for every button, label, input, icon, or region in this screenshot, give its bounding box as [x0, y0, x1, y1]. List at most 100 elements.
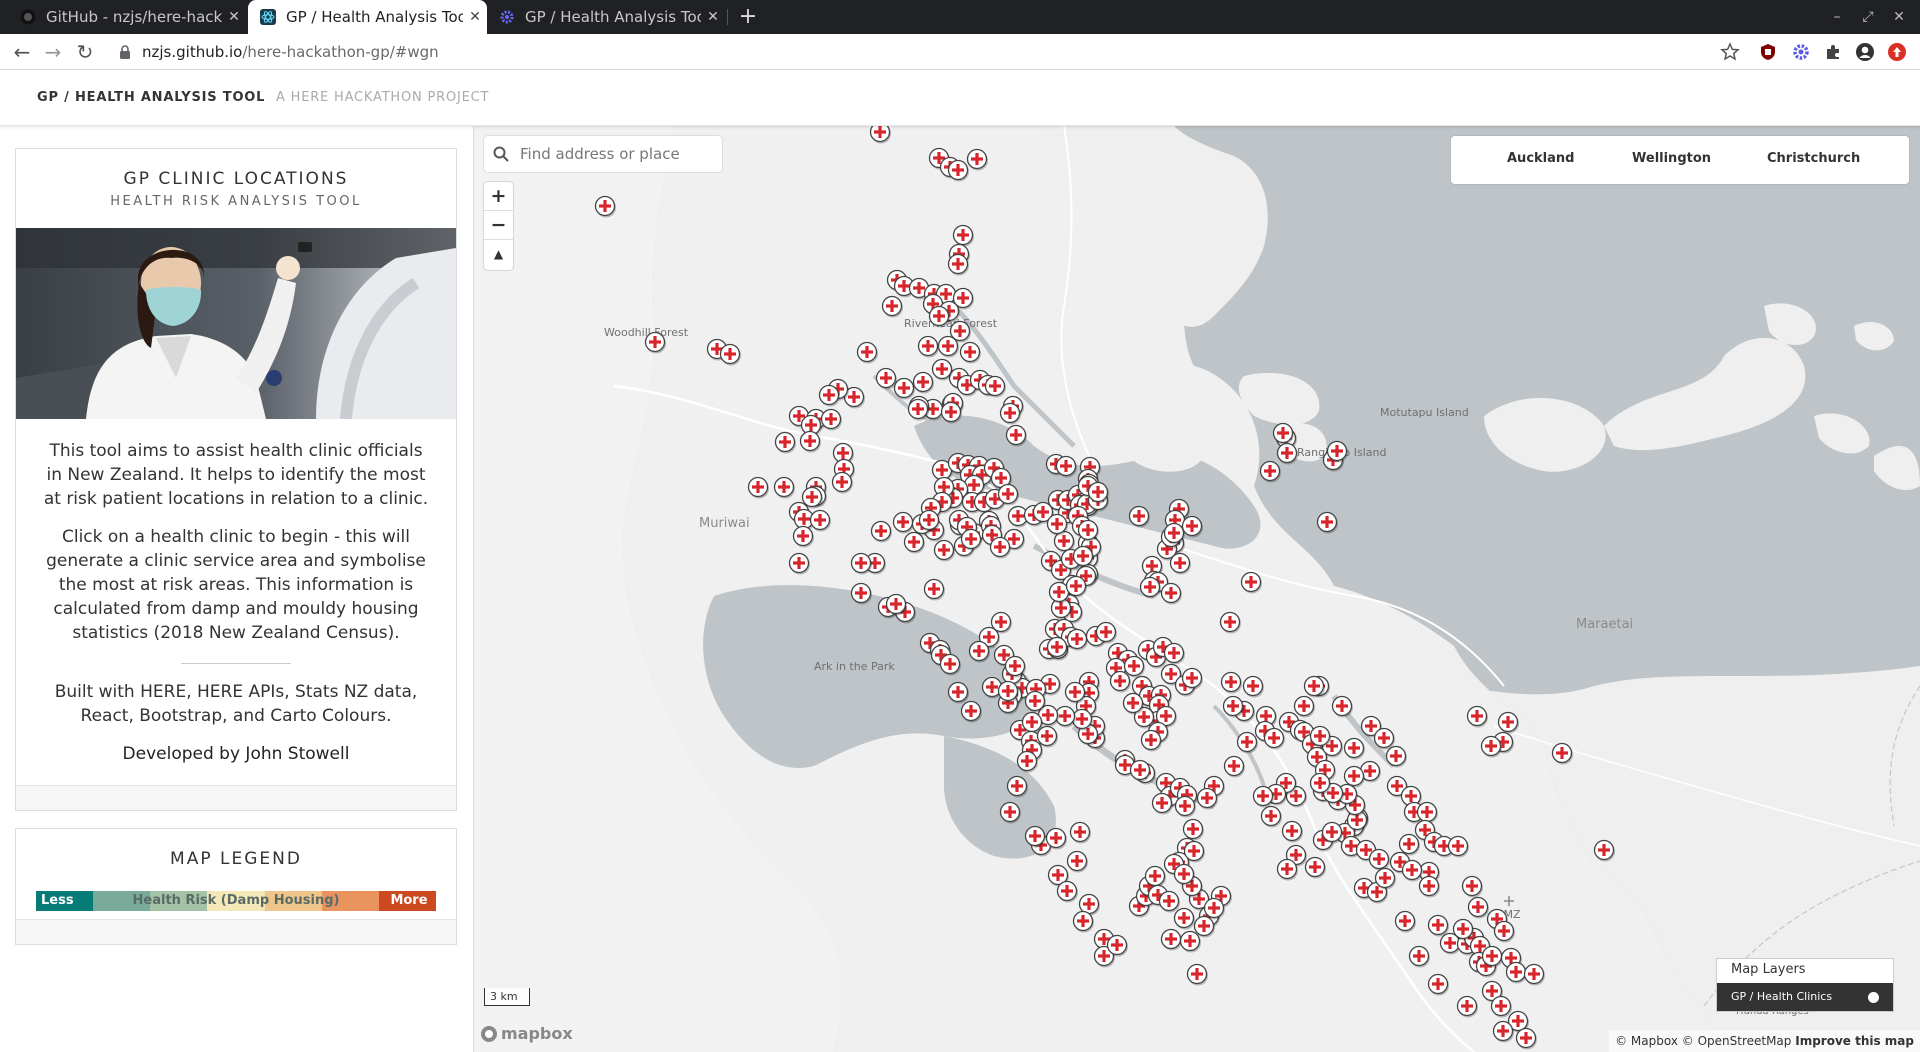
- clinic-marker[interactable]: [892, 511, 915, 534]
- clinic-marker[interactable]: [1401, 859, 1424, 882]
- clinic-marker[interactable]: [788, 552, 811, 575]
- clinic-marker[interactable]: [1497, 711, 1520, 734]
- clinic-marker[interactable]: [960, 700, 983, 723]
- clinic-marker[interactable]: [1427, 973, 1450, 996]
- clinic-marker[interactable]: [719, 343, 742, 366]
- clinic-marker[interactable]: [1169, 552, 1192, 575]
- city-button-wellington[interactable]: Wellington: [1632, 151, 1711, 166]
- clinic-marker[interactable]: [869, 126, 892, 144]
- minimize-icon[interactable]: –: [1826, 6, 1848, 28]
- clinic-marker[interactable]: [1186, 963, 1209, 986]
- back-arrow-icon[interactable]: ←: [9, 39, 35, 65]
- clinic-marker[interactable]: [1427, 914, 1450, 937]
- clinic-marker[interactable]: [1109, 670, 1132, 693]
- clinic-marker[interactable]: [931, 358, 954, 381]
- clinic-marker[interactable]: [1461, 875, 1484, 898]
- clinic-marker[interactable]: [959, 341, 982, 364]
- clinic-marker[interactable]: [1490, 995, 1513, 1018]
- clinic-marker[interactable]: [1006, 775, 1029, 798]
- close-tab-icon[interactable]: ✕: [463, 9, 487, 25]
- clinic-marker[interactable]: [644, 331, 667, 354]
- clinic-marker[interactable]: [747, 476, 770, 499]
- clinic-marker[interactable]: [774, 431, 797, 454]
- clinic-marker[interactable]: [856, 341, 879, 364]
- attribution-text[interactable]: © Mapbox © OpenStreetMap: [1615, 1034, 1791, 1048]
- clinic-marker[interactable]: [850, 582, 873, 605]
- clinic-marker[interactable]: [1259, 460, 1282, 483]
- map-view[interactable]: Woodhill Forest Riverhead Forest Muriwai…: [474, 126, 1920, 1052]
- clinic-marker[interactable]: [952, 224, 975, 247]
- clinic-marker[interactable]: [1173, 863, 1196, 886]
- layer-toggle[interactable]: [1868, 992, 1879, 1003]
- clinic-marker[interactable]: [1222, 695, 1245, 718]
- search-input[interactable]: [518, 144, 712, 164]
- app-subbrand[interactable]: A HERE HACKATHON PROJECT: [276, 90, 489, 105]
- clinic-marker[interactable]: [1394, 910, 1417, 933]
- city-button-auckland[interactable]: Auckland: [1507, 151, 1574, 166]
- clinic-marker[interactable]: [1593, 839, 1616, 862]
- clinic-marker[interactable]: [1240, 571, 1263, 594]
- zoom-in-button[interactable]: +: [484, 182, 513, 211]
- clinic-marker[interactable]: [1331, 695, 1354, 718]
- clinic-marker[interactable]: [999, 801, 1022, 824]
- clinic-marker[interactable]: [1260, 805, 1283, 828]
- improve-map-link[interactable]: Improve this map: [1795, 1034, 1914, 1048]
- clinic-marker[interactable]: [1316, 511, 1339, 534]
- browser-tab-health-tool[interactable]: GP / Health Analysis Tool ✕: [487, 0, 725, 34]
- clinic-marker[interactable]: [903, 531, 926, 554]
- clinic-marker[interactable]: [809, 509, 832, 532]
- clinic-marker[interactable]: [1128, 505, 1151, 528]
- clinic-marker[interactable]: [1368, 848, 1391, 871]
- clinic-marker[interactable]: [1056, 880, 1079, 903]
- clinic-marker[interactable]: [1236, 731, 1259, 754]
- clinic-marker[interactable]: [1066, 850, 1089, 873]
- clinic-marker[interactable]: [1293, 695, 1316, 718]
- extension-gear-icon[interactable]: [1791, 42, 1811, 62]
- close-tab-icon[interactable]: ✕: [222, 9, 246, 25]
- clinic-marker[interactable]: [1158, 890, 1181, 913]
- clinic-marker[interactable]: [1456, 995, 1479, 1018]
- clinic-marker[interactable]: [792, 525, 815, 548]
- close-window-icon[interactable]: ✕: [1888, 6, 1910, 28]
- city-button-christchurch[interactable]: Christchurch: [1767, 151, 1860, 166]
- clinic-marker[interactable]: [881, 295, 904, 318]
- geocoder-search[interactable]: [484, 136, 722, 172]
- layer-row-gp-clinics[interactable]: GP / Health Clinics: [1717, 983, 1893, 1011]
- clinic-marker[interactable]: [1024, 825, 1047, 848]
- clinic-marker[interactable]: [923, 578, 946, 601]
- clinic-marker[interactable]: [875, 367, 898, 390]
- clinic-marker[interactable]: [1173, 907, 1196, 930]
- clinic-marker[interactable]: [1160, 928, 1183, 951]
- forward-arrow-icon[interactable]: →: [40, 39, 66, 65]
- clinic-marker[interactable]: [933, 539, 956, 562]
- new-tab-icon[interactable]: +: [735, 4, 761, 30]
- clinic-marker[interactable]: [1220, 671, 1243, 694]
- clinic-marker[interactable]: [1467, 896, 1490, 919]
- clinic-marker[interactable]: [1493, 920, 1516, 943]
- clinic-marker[interactable]: [1163, 642, 1186, 665]
- clinic-marker[interactable]: [1466, 705, 1489, 728]
- clinic-marker[interactable]: [1385, 745, 1408, 768]
- clinic-marker[interactable]: [1523, 963, 1546, 986]
- clinic-marker[interactable]: [820, 408, 843, 431]
- puzzle-extensions-icon[interactable]: [1823, 42, 1843, 62]
- lock-icon[interactable]: [118, 45, 132, 59]
- close-tab-icon[interactable]: ✕: [701, 9, 725, 25]
- clinic-marker[interactable]: [1281, 820, 1304, 843]
- mapbox-logo[interactable]: mapbox: [480, 1024, 573, 1043]
- clinic-marker[interactable]: [1515, 1027, 1538, 1050]
- clinic-marker[interactable]: [1408, 945, 1431, 968]
- clinic-marker[interactable]: [1551, 742, 1574, 765]
- clinic-marker[interactable]: [594, 195, 617, 218]
- reload-icon[interactable]: ↻: [72, 39, 98, 65]
- clinic-marker[interactable]: [1160, 582, 1183, 605]
- clinic-marker[interactable]: [799, 430, 822, 453]
- clinic-marker[interactable]: [917, 335, 940, 358]
- bookmark-star-icon[interactable]: [1720, 42, 1740, 62]
- clinic-marker[interactable]: [939, 653, 962, 676]
- clinic-marker[interactable]: [893, 377, 916, 400]
- clinic-marker[interactable]: [1276, 442, 1299, 465]
- clinic-marker[interactable]: [1005, 424, 1028, 447]
- clinic-marker[interactable]: [1373, 727, 1396, 750]
- clinic-marker[interactable]: [870, 520, 893, 543]
